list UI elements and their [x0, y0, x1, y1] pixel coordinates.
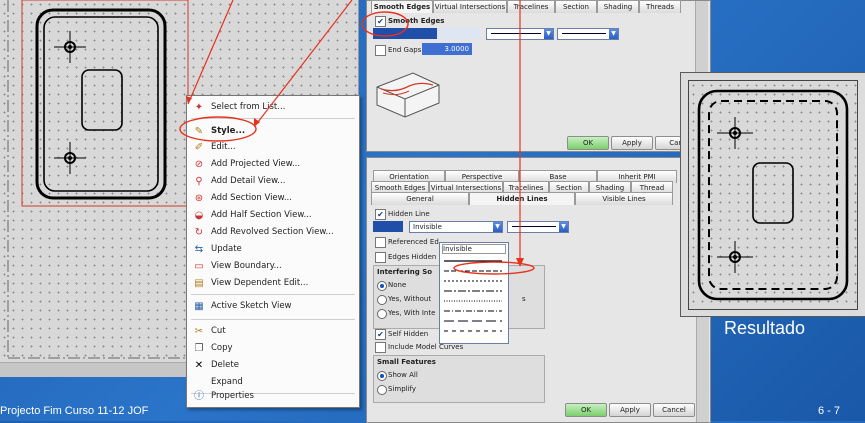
- footer-left: Projecto Fim Curso 11-12 JOF: [0, 405, 149, 417]
- footer-page-number: 6 - 7: [818, 405, 841, 417]
- result-caption: Resultado: [724, 318, 806, 338]
- annotation-overlay: [179, 0, 535, 275]
